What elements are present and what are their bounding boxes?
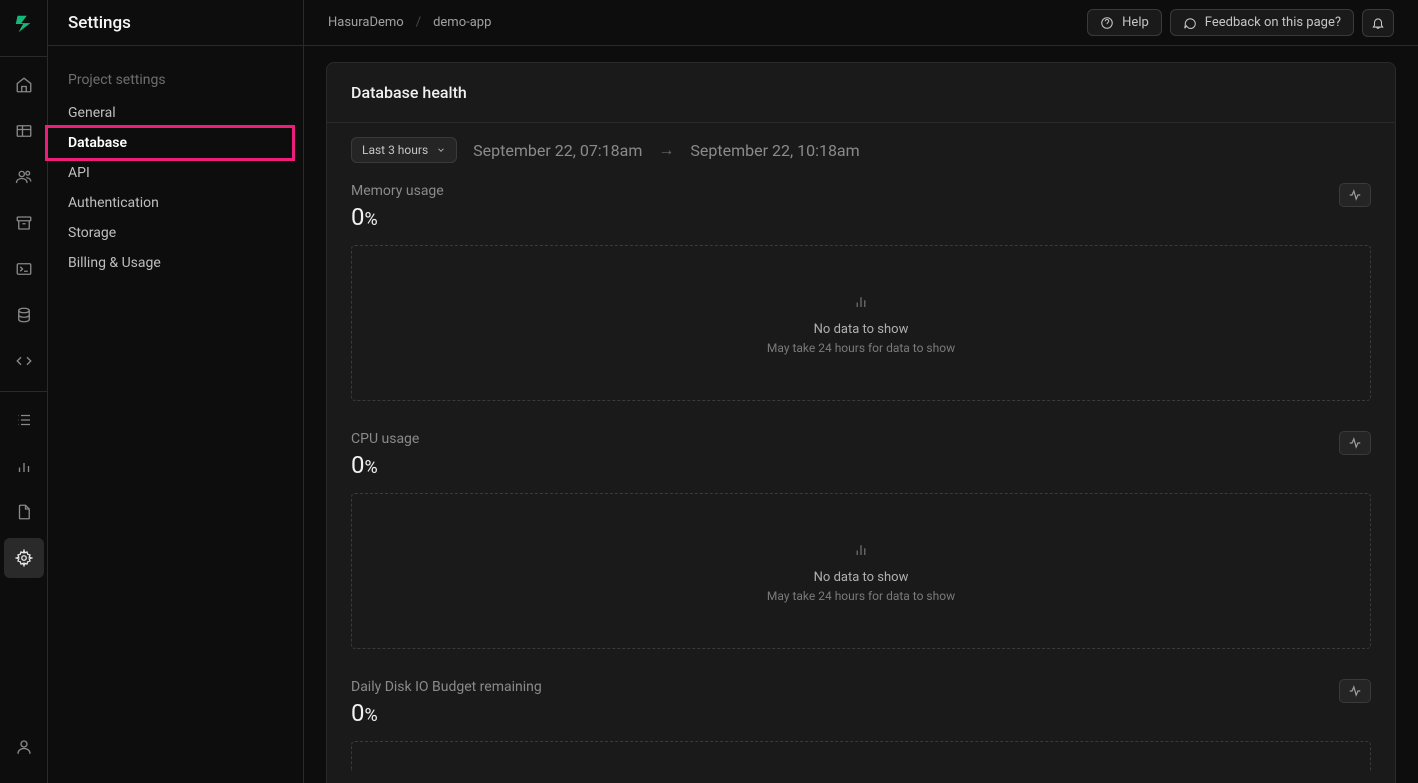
chevron-down-icon	[436, 145, 446, 155]
help-label: Help	[1122, 15, 1149, 30]
rail-divider	[0, 56, 47, 57]
nav-database-icon[interactable]	[4, 295, 44, 335]
help-icon	[1100, 16, 1114, 30]
metric-label: Memory usage	[351, 183, 444, 199]
database-health-card: Database health Last 3 hours September 2…	[326, 62, 1396, 783]
time-start: September 22, 07:18am	[473, 141, 642, 160]
nav-profile-icon[interactable]	[4, 727, 44, 767]
empty-line-2: May take 24 hours for data to show	[767, 341, 955, 355]
bar-chart-icon	[852, 540, 870, 562]
metric-activity-button[interactable]	[1339, 679, 1371, 703]
top-actions: Help Feedback on this page?	[1087, 9, 1394, 37]
settings-sidebar: Settings Project settings General Databa…	[48, 0, 304, 783]
brand-logo[interactable]	[12, 12, 36, 36]
bell-icon	[1371, 16, 1385, 30]
nav-settings-icon[interactable]	[4, 538, 44, 578]
empty-line-2: May take 24 hours for data to show	[767, 589, 955, 603]
nav-home-icon[interactable]	[4, 65, 44, 105]
content-scroll: Database health Last 3 hours September 2…	[304, 46, 1418, 783]
top-bar: HasuraDemo / demo-app Help Feedback on t…	[304, 0, 1418, 46]
activity-icon	[1348, 684, 1362, 698]
sidebar-item-authentication[interactable]: Authentication	[48, 188, 303, 218]
nav-document-icon[interactable]	[4, 492, 44, 532]
breadcrumb-project[interactable]: demo-app	[433, 15, 491, 30]
sidebar-section-title: Project settings	[48, 62, 303, 98]
metric-memory-usage: Memory usage 0% No data t	[351, 183, 1371, 401]
breadcrumb: HasuraDemo / demo-app	[328, 15, 491, 30]
nav-code-icon[interactable]	[4, 341, 44, 381]
empty-line-1: No data to show	[814, 322, 909, 337]
notifications-button[interactable]	[1362, 9, 1394, 37]
time-range-select[interactable]: Last 3 hours	[351, 137, 457, 163]
nav-terminal-icon[interactable]	[4, 249, 44, 289]
metric-value: 0%	[351, 203, 444, 231]
metric-cpu-usage: CPU usage 0% No data to s	[351, 431, 1371, 649]
metric-disk-io: Daily Disk IO Budget remaining 0%	[351, 679, 1371, 771]
empty-line-1: No data to show	[814, 570, 909, 585]
main-content: HasuraDemo / demo-app Help Feedback on t…	[304, 0, 1418, 783]
metric-value: 0%	[351, 699, 542, 727]
metric-activity-button[interactable]	[1339, 431, 1371, 455]
feedback-label: Feedback on this page?	[1205, 15, 1341, 30]
arrow-right-icon: →	[658, 140, 674, 160]
nav-list-icon[interactable]	[4, 400, 44, 440]
metric-label: Daily Disk IO Budget remaining	[351, 679, 542, 695]
rail-divider	[0, 391, 47, 392]
nav-analytics-icon[interactable]	[4, 446, 44, 486]
card-title: Database health	[327, 63, 1395, 123]
sidebar-item-api[interactable]: API	[48, 158, 303, 188]
sidebar-item-billing[interactable]: Billing & Usage	[48, 248, 303, 278]
sidebar-nav: Project settings General Database API Au…	[48, 46, 303, 294]
sidebar-item-general[interactable]: General	[48, 98, 303, 128]
bar-chart-icon	[852, 292, 870, 314]
sidebar-item-database[interactable]: Database	[45, 125, 295, 161]
breadcrumb-separator: /	[416, 15, 421, 30]
nav-table-icon[interactable]	[4, 111, 44, 151]
chart-placeholder	[351, 741, 1371, 771]
chart-placeholder: No data to show May take 24 hours for da…	[351, 245, 1371, 401]
range-label: Last 3 hours	[362, 143, 428, 157]
metric-label: CPU usage	[351, 431, 419, 447]
activity-icon	[1348, 188, 1362, 202]
sidebar-title: Settings	[48, 0, 303, 46]
metric-value: 0%	[351, 451, 419, 479]
card-body: Last 3 hours September 22, 07:18am → Sep…	[327, 123, 1395, 783]
metric-activity-button[interactable]	[1339, 183, 1371, 207]
time-end: September 22, 10:18am	[690, 141, 859, 160]
nav-archive-icon[interactable]	[4, 203, 44, 243]
help-button[interactable]: Help	[1087, 9, 1162, 36]
time-range-row: Last 3 hours September 22, 07:18am → Sep…	[351, 137, 1371, 163]
icon-rail	[0, 0, 48, 783]
breadcrumb-org[interactable]: HasuraDemo	[328, 15, 404, 30]
nav-users-icon[interactable]	[4, 157, 44, 197]
sidebar-item-storage[interactable]: Storage	[48, 218, 303, 248]
activity-icon	[1348, 436, 1362, 450]
chat-icon	[1183, 16, 1197, 30]
feedback-button[interactable]: Feedback on this page?	[1170, 9, 1354, 36]
chart-placeholder: No data to show May take 24 hours for da…	[351, 493, 1371, 649]
